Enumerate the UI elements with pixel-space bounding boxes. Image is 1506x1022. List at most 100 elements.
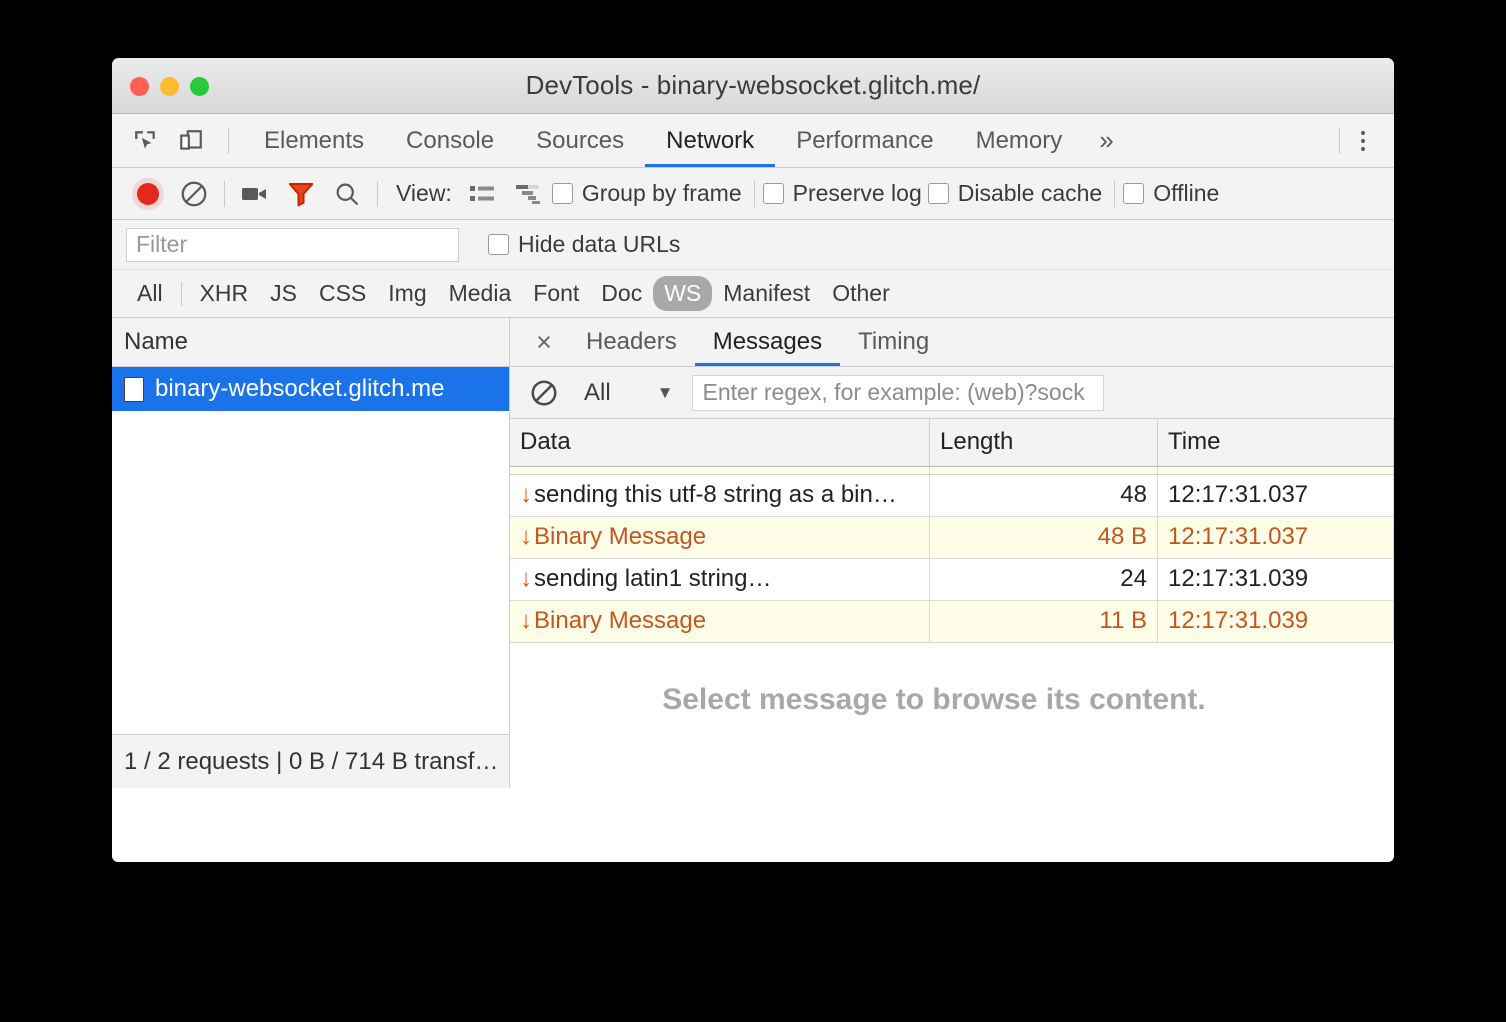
- checkbox-group-by-frame[interactable]: Group by frame: [552, 180, 742, 207]
- type-filter-all[interactable]: All: [126, 276, 174, 311]
- device-toolbar-icon[interactable]: [176, 126, 206, 156]
- cell-time: 12:17:31.037: [1158, 474, 1394, 516]
- down-arrow-icon: ↓: [520, 607, 532, 635]
- document-icon: [124, 377, 144, 402]
- cell-time: 12:17:31.037: [1158, 516, 1394, 558]
- tab-label: Timing: [858, 328, 929, 356]
- filter-row: Filter Hide data URLs: [112, 220, 1394, 270]
- hide-data-urls-checkbox[interactable]: [488, 234, 509, 255]
- table-row[interactable]: ↓Binary Message 48 B 12:17:31.037: [510, 516, 1394, 558]
- detail-panel-tabs: × Headers Messages Timing: [510, 318, 1394, 367]
- toolbar-divider: [224, 181, 225, 207]
- clear-messages-icon[interactable]: [522, 374, 566, 412]
- resource-type-filters: All XHR JS CSS Img Media Font Doc WS Man…: [112, 270, 1394, 318]
- tabbar-icon-group: [112, 114, 243, 167]
- messages-table-body: ↓sending this utf-8 string as a bin… 48 …: [510, 466, 1394, 642]
- message-data-text: sending latin1 string…: [534, 565, 771, 592]
- traffic-lights: [130, 77, 209, 96]
- checkbox-label: Offline: [1153, 180, 1219, 207]
- cell-data: ↓Binary Message: [510, 600, 930, 642]
- message-data-text: Binary Message: [534, 523, 706, 550]
- tab-label: Memory: [976, 127, 1063, 155]
- type-filter-doc[interactable]: Doc: [590, 276, 653, 311]
- regex-filter-input[interactable]: Enter regex, for example: (web)?sock: [692, 375, 1104, 411]
- disable-cache-checkbox[interactable]: [928, 183, 949, 204]
- tab-performance[interactable]: Performance: [775, 114, 954, 167]
- toolbar-divider: [1339, 128, 1340, 154]
- messages-table: Data Length Time ↓sending this utf-8 str…: [510, 419, 1394, 643]
- waterfall-view-icon[interactable]: [506, 175, 550, 213]
- camera-icon[interactable]: [233, 175, 277, 213]
- toolbar-divider: [377, 181, 378, 207]
- type-filter-css[interactable]: CSS: [308, 276, 377, 311]
- preserve-log-checkbox[interactable]: [763, 183, 784, 204]
- type-filter-divider: [181, 282, 182, 306]
- cell-time: 12:17:31.039: [1158, 558, 1394, 600]
- tab-console[interactable]: Console: [385, 114, 515, 167]
- tab-label: Sources: [536, 127, 624, 155]
- filter-input[interactable]: Filter: [126, 228, 459, 262]
- tab-label: Network: [666, 127, 754, 155]
- checkbox-preserve-log[interactable]: Preserve log: [763, 180, 922, 207]
- toolbar-divider: [1114, 181, 1115, 207]
- type-filter-media[interactable]: Media: [438, 276, 523, 311]
- cell-data: ↓Binary Message: [510, 516, 930, 558]
- minimize-window-button[interactable]: [160, 77, 179, 96]
- checkbox-hide-data-urls[interactable]: Hide data URLs: [488, 231, 680, 258]
- type-filter-xhr[interactable]: XHR: [189, 276, 260, 311]
- list-view-icon[interactable]: [460, 175, 504, 213]
- devtools-tabbar: Elements Console Sources Network Perform…: [112, 114, 1394, 168]
- tab-sources[interactable]: Sources: [515, 114, 645, 167]
- offline-checkbox[interactable]: [1123, 183, 1144, 204]
- tab-timing[interactable]: Timing: [840, 318, 947, 366]
- tab-memory[interactable]: Memory: [955, 114, 1084, 167]
- close-icon[interactable]: ×: [520, 318, 568, 366]
- cell-length: [930, 466, 1158, 474]
- funnel-icon[interactable]: [279, 175, 323, 213]
- window-title: DevTools - binary-websocket.glitch.me/: [112, 70, 1394, 101]
- kebab-menu-icon[interactable]: [1346, 124, 1380, 158]
- requests-panel: Name binary-websocket.glitch.me 1 / 2 re…: [112, 318, 510, 788]
- more-tabs-icon[interactable]: »: [1083, 114, 1129, 167]
- type-filter-js[interactable]: JS: [259, 276, 308, 311]
- column-header-data[interactable]: Data: [510, 419, 930, 466]
- tab-network[interactable]: Network: [645, 114, 775, 167]
- messages-header-row: Data Length Time: [510, 419, 1394, 466]
- cell-data: [510, 466, 930, 474]
- inspect-element-icon[interactable]: [130, 126, 160, 156]
- table-row[interactable]: ↓sending latin1 string… 24 12:17:31.039: [510, 558, 1394, 600]
- table-row[interactable]: ↓sending this utf-8 string as a bin… 48 …: [510, 474, 1394, 516]
- down-arrow-icon: ↓: [520, 565, 532, 593]
- message-type-dropdown-value[interactable]: All: [584, 379, 611, 407]
- type-filter-img[interactable]: Img: [377, 276, 437, 311]
- down-arrow-icon: ↓: [520, 481, 532, 509]
- requests-list: binary-websocket.glitch.me: [112, 367, 509, 734]
- network-toolbar: View: Group by frame Preserve log Disabl…: [112, 168, 1394, 220]
- cell-length: 48 B: [930, 516, 1158, 558]
- tab-messages[interactable]: Messages: [695, 318, 840, 366]
- tab-label: Messages: [713, 328, 822, 356]
- messages-table-head: Data Length Time: [510, 419, 1394, 466]
- clear-icon[interactable]: [172, 175, 216, 213]
- close-window-button[interactable]: [130, 77, 149, 96]
- search-icon[interactable]: [325, 175, 369, 213]
- chevron-down-icon[interactable]: ▼: [657, 383, 674, 403]
- table-row[interactable]: ↓Binary Message 11 B 12:17:31.039: [510, 600, 1394, 642]
- detail-panel: × Headers Messages Timing All ▼ Enter re…: [510, 318, 1394, 788]
- cell-data: ↓sending latin1 string…: [510, 558, 930, 600]
- type-filter-other[interactable]: Other: [821, 276, 901, 311]
- request-row-binary-websocket[interactable]: binary-websocket.glitch.me: [112, 367, 509, 411]
- tab-headers[interactable]: Headers: [568, 318, 695, 366]
- type-filter-font[interactable]: Font: [522, 276, 590, 311]
- zoom-window-button[interactable]: [190, 77, 209, 96]
- group-by-frame-checkbox[interactable]: [552, 183, 573, 204]
- record-button[interactable]: [126, 175, 170, 213]
- type-filter-manifest[interactable]: Manifest: [712, 276, 821, 311]
- requests-column-header[interactable]: Name: [112, 318, 509, 367]
- column-header-length[interactable]: Length: [930, 419, 1158, 466]
- tab-elements[interactable]: Elements: [243, 114, 385, 167]
- type-filter-ws[interactable]: WS: [653, 276, 712, 311]
- checkbox-disable-cache[interactable]: Disable cache: [928, 180, 1102, 207]
- checkbox-offline[interactable]: Offline: [1123, 180, 1219, 207]
- column-header-time[interactable]: Time: [1158, 419, 1394, 466]
